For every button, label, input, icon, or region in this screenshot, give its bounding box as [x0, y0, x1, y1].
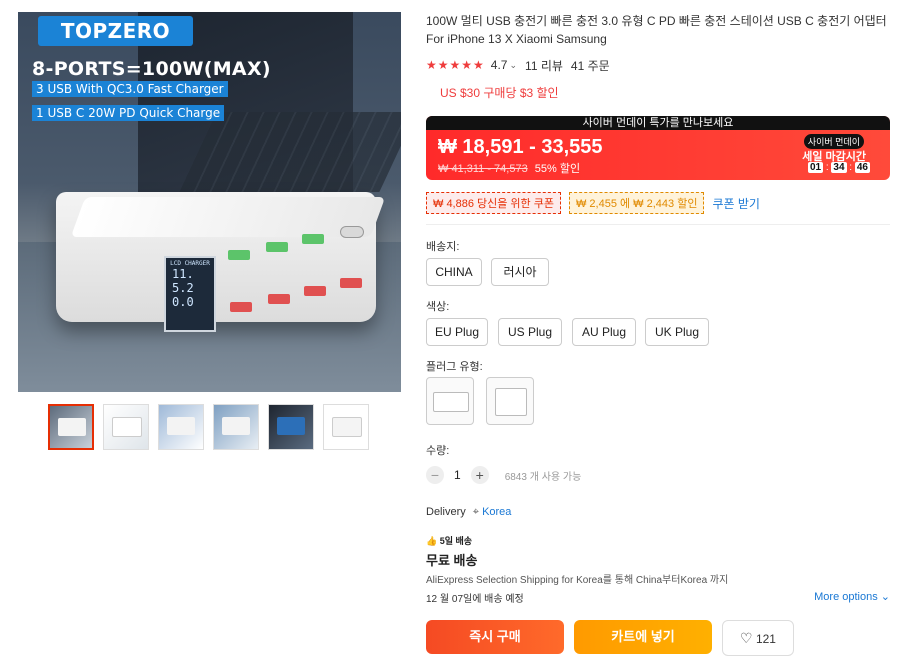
image-headline: 8-PORTS=100W(MAX) [32, 58, 271, 80]
lcd-line: 5.2 [172, 281, 194, 295]
ship-from-option-china[interactable]: CHINA [426, 258, 482, 286]
quantity-stepper: − 1 + 6843 개 사용 가능 [426, 466, 581, 484]
estimated-delivery-date: 12 월 07일에 배송 예정 [426, 594, 524, 605]
thumbnail-graphic [167, 417, 195, 435]
chevron-down-icon[interactable]: ⌄ [509, 60, 517, 71]
timer-minutes: 34 [831, 162, 847, 173]
star-rating-icons: ★★★★★ [426, 58, 485, 72]
discount-percent: 55% 할인 [534, 163, 581, 175]
quantity-increase-button[interactable]: + [470, 466, 489, 484]
orders-count: 41 주문 [570, 58, 610, 73]
lcd-line: 0.0 [172, 295, 194, 309]
delivery-row: Delivery ⌖ Korea [426, 506, 511, 519]
thumbnail-1[interactable] [48, 404, 94, 450]
thumbnail-6[interactable] [323, 404, 369, 450]
ship-from-option-russia[interactable]: 러시아 [491, 258, 549, 286]
main-product-image[interactable]: TOPZERO 8-PORTS=100W(MAX) 3 USB With QC3… [18, 12, 401, 392]
color-option-uk-plug[interactable]: UK Plug [645, 318, 709, 346]
wishlist-button[interactable]: ♡ 121 [722, 620, 794, 656]
charger-top [70, 197, 386, 237]
thumbnail-3[interactable] [158, 404, 204, 450]
promo-header: 사이버 먼데이 특가를 만나보세요 [426, 116, 890, 130]
coupon-badge-2[interactable]: ₩ 2,455 에 ₩ 2,443 할인 [568, 192, 705, 214]
add-to-cart-button[interactable]: 카트에 넣기 [574, 620, 712, 654]
more-options-label: More options [814, 591, 878, 603]
rating-value: 4.7 [490, 58, 508, 72]
color-label: 색상: [426, 301, 450, 313]
get-coupons-link[interactable]: 쿠폰 받기 [712, 195, 760, 212]
fast-delivery-badge: 👍 5일 배송 [426, 534, 472, 547]
color-option-us-plug[interactable]: US Plug [498, 318, 562, 346]
lcd-display: LCD CHARGER 11. 5.2 0.0 [164, 256, 216, 332]
delivery-label: Delivery [426, 506, 466, 518]
thumbnail-graphic [332, 417, 362, 437]
heart-icon: ♡ [740, 630, 753, 646]
fast-delivery-text: 5일 배송 [439, 536, 473, 546]
ship-from-label: 배송지: [426, 241, 460, 253]
product-title: 100W 멀티 USB 충전기 빠른 충전 3.0 유형 C PD 빠른 충전 … [426, 14, 887, 46]
quantity-label: 수량: [426, 445, 450, 457]
product-gallery: TOPZERO 8-PORTS=100W(MAX) 3 USB With QC3… [18, 12, 401, 392]
buy-now-button[interactable]: 즉시 구매 [426, 620, 564, 654]
plug-type-option-2[interactable] [486, 377, 534, 425]
free-shipping-text: 무료 배송 [426, 553, 478, 568]
location-pin-icon: ⌖ [472, 506, 479, 518]
thumbnail-4[interactable] [213, 404, 259, 450]
coupon-badge-1[interactable]: ₩ 4,886 당신을 위한 쿠폰 [426, 192, 561, 214]
quantity-available: 6843 개 사용 가능 [504, 471, 582, 483]
laptop-keyboard-graphic [179, 112, 401, 192]
brand-logo: TOPZERO [38, 16, 193, 46]
original-price: ₩ 41,311 - 74,573 [438, 163, 528, 175]
usb-port-red [230, 302, 252, 312]
thumbnail-5[interactable] [268, 404, 314, 450]
event-badge: 사이버 먼데이 [803, 134, 864, 149]
thumbnail-graphic [112, 417, 142, 437]
quantity-value[interactable]: 1 [454, 468, 461, 482]
usb-c-port [340, 226, 364, 238]
color-option-au-plug[interactable]: AU Plug [572, 318, 636, 346]
usb-port-green [266, 242, 288, 252]
original-price-row: ₩ 41,311 - 74,573 55% 할인 [438, 160, 580, 176]
lcd-line: 11. [172, 267, 194, 281]
countdown-timer: 01 : 34 : 46 [807, 162, 870, 173]
image-feature-tag-1: 3 USB With QC3.0 Fast Charger [32, 81, 228, 97]
product-info: 100W 멀티 USB 충전기 빠른 충전 3.0 유형 C PD 빠른 충전 … [426, 12, 890, 101]
timer-hours: 01 [807, 162, 824, 173]
reviews-count[interactable]: 11 리뷰 [525, 57, 563, 74]
shipping-description: AliExpress Selection Shipping for Korea를… [426, 575, 729, 586]
quantity-decrease-button[interactable]: − [426, 466, 444, 484]
usb-port-red [340, 278, 362, 288]
timer-seconds: 46 [854, 162, 870, 173]
wishlist-count: 121 [755, 632, 776, 646]
thumbs-up-icon: 👍 [426, 536, 438, 546]
thumbnail-graphic [58, 418, 86, 436]
rating-row: ★★★★★ 4.7 ⌄ 11 리뷰 41 주문 [426, 56, 890, 74]
more-options-link[interactable]: More options ⌄ [814, 590, 890, 603]
thumbnail-graphic [222, 417, 250, 435]
usb-port-green [228, 250, 250, 260]
chevron-down-icon: ⌄ [880, 591, 890, 603]
thumbnail-2[interactable] [103, 404, 149, 450]
plug-thumbnail-graphic [433, 392, 469, 412]
coupon-row: ₩ 4,886 당신을 위한 쿠폰 ₩ 2,455 에 ₩ 2,443 할인 쿠… [426, 192, 760, 214]
divider [426, 224, 890, 225]
thumbnail-graphic [277, 417, 305, 435]
image-feature-tag-2: 1 USB C 20W PD Quick Charge [32, 105, 225, 121]
delivery-location-link[interactable]: Korea [482, 506, 511, 518]
plug-thumbnail-graphic [495, 388, 527, 416]
color-option-eu-plug[interactable]: EU Plug [426, 318, 488, 346]
sale-price: ₩ 18,591 - 33,555 [438, 136, 603, 158]
usb-port-green [302, 234, 324, 244]
usb-port-red [268, 294, 290, 304]
usb-port-red [304, 286, 326, 296]
promo-banner: 사이버 먼데이 특가를 만나보세요 ₩ 18,591 - 33,555 ₩ 41… [426, 116, 890, 180]
lcd-title: LCD CHARGER [170, 260, 210, 267]
store-coupon-line: US $30 구매당 $3 할인 [440, 86, 559, 100]
plug-type-option-1[interactable] [426, 377, 474, 425]
plug-type-label: 플러그 유형: [426, 361, 483, 373]
